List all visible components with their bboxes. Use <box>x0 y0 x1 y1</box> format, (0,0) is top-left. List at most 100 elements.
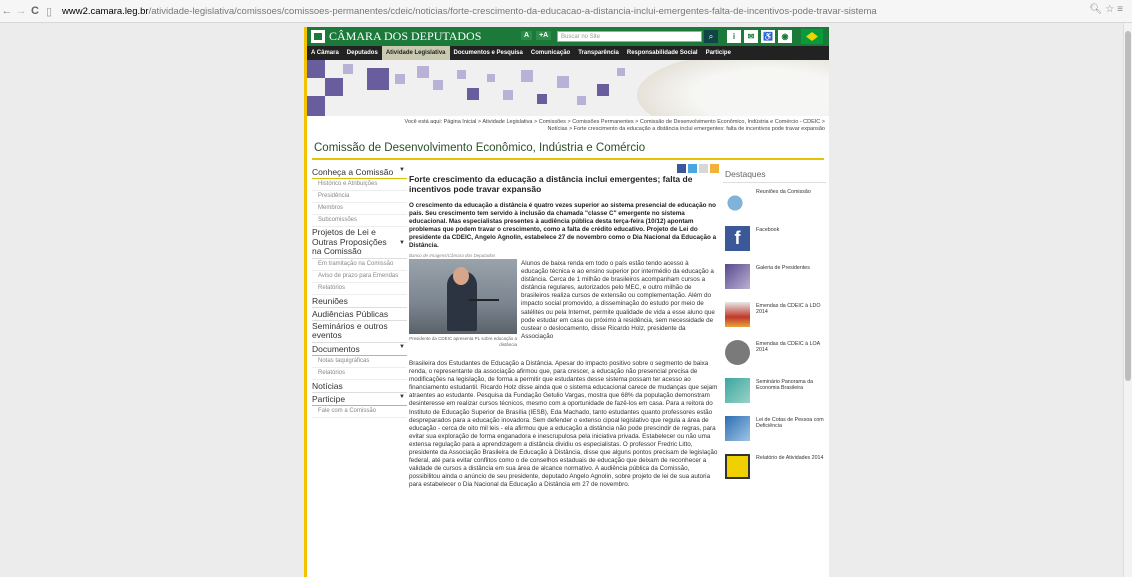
font-larger-button[interactable]: +A <box>536 31 552 40</box>
twitter-share-icon[interactable] <box>688 164 697 173</box>
nav-subitem[interactable]: Aviso de prazo para Emendas <box>312 271 407 283</box>
photo-credit: Banco de Imagens/Câmara dos Deputados <box>409 253 496 258</box>
mail-icon[interactable]: ✉ <box>744 30 758 43</box>
zoom-icon[interactable]: 🔍︎ <box>1089 4 1105 15</box>
article-photo[interactable] <box>409 259 517 334</box>
commission-banner <box>307 60 829 116</box>
menu-item-participe[interactable]: Participe <box>702 46 735 60</box>
banner-square <box>503 90 513 100</box>
menu-item-responsabilidade[interactable]: Responsabilidade Social <box>623 46 702 60</box>
banner-square <box>457 70 466 79</box>
menu-item-atividade-legislativa[interactable]: Atividade Legislativa <box>381 46 450 60</box>
nav-subitem[interactable]: Relatórios <box>312 283 407 295</box>
nav-noticias[interactable]: Notícias <box>312 380 407 393</box>
destaque-item[interactable]: f Facebook <box>723 224 826 259</box>
pen-icon <box>725 188 750 213</box>
destaque-item[interactable]: Reuniões da Comissão <box>723 186 826 221</box>
banner-square <box>307 96 325 116</box>
nav-subitem[interactable]: Subcomissões <box>312 215 407 227</box>
menu-item-transparencia[interactable]: Transparência <box>574 46 623 60</box>
nav-subitem[interactable]: Relatórios <box>312 368 407 380</box>
site-search-input[interactable]: Buscar no Site <box>557 31 702 42</box>
star-icon[interactable]: ☆ <box>1105 4 1117 15</box>
commission-title: Comissão de Desenvolvimento Econômico, I… <box>314 142 646 154</box>
info-icon[interactable]: i <box>727 30 741 43</box>
banner-square <box>557 76 569 88</box>
menu-item-documentos[interactable]: Documentos e Pesquisa <box>450 46 527 60</box>
banner-square <box>395 74 405 84</box>
accessibility-icon[interactable]: ♿ <box>761 30 775 43</box>
plus-share-icon[interactable] <box>710 164 719 173</box>
breadcrumb-line-1[interactable]: Você está aqui: Página Inicial > Ativida… <box>317 119 826 126</box>
forward-arrow-icon[interactable]: → <box>14 5 28 17</box>
address-bar[interactable]: www2.camara.leg.br/atividade-legislativa… <box>62 6 877 17</box>
nav-subitem[interactable]: Presidência <box>312 191 407 203</box>
destaque-item[interactable]: Lei de Cotas de Pessoa com Deficiência <box>723 414 826 449</box>
destaques-sidebar: Destaques Reuniões da Comissão f Faceboo… <box>723 166 826 487</box>
menu-item-deputados[interactable]: Deputados <box>343 46 382 60</box>
nav-subitem[interactable]: Fale com a Comissão <box>312 406 407 418</box>
site-container: CÂMARA DOS DEPUTADOS A +A Buscar no Site … <box>307 27 829 577</box>
font-smaller-button[interactable]: A <box>521 31 533 40</box>
destaque-item[interactable]: Seminário Panorama da Economia Brasileir… <box>723 376 826 411</box>
gallery-icon <box>725 264 750 289</box>
article-headline: Forte crescimento da educação a distânci… <box>409 174 693 194</box>
breadcrumb: Você está aqui: Página Inicial > Ativida… <box>317 119 826 133</box>
nav-projetos[interactable]: Projetos de Lei e Outras Proposições na … <box>312 227 407 259</box>
nav-conheca[interactable]: Conheça a Comissão ▼ <box>312 166 407 179</box>
destaque-item[interactable]: Emendas da CDEIC à LOA 2014 <box>723 338 826 373</box>
nav-subitem[interactable]: Histórico e Atribuições <box>312 179 407 191</box>
nav-reunioes[interactable]: Reuniões <box>312 295 407 308</box>
page-icon: ▯ <box>45 5 53 18</box>
search-icon[interactable]: ⌕ <box>704 30 718 43</box>
scrollbar[interactable] <box>1123 23 1132 577</box>
rss-icon[interactable]: ◉ <box>778 30 792 43</box>
nav-audiencias[interactable]: Audiências Públicas <box>312 308 407 321</box>
chevron-down-icon: ▼ <box>399 167 405 173</box>
email-share-icon[interactable] <box>699 164 708 173</box>
keyboard-icon <box>725 416 750 441</box>
facebook-icon: f <box>725 226 750 251</box>
font-size-controls: A +A <box>521 31 552 40</box>
menu-item-a-camara[interactable]: A Câmara <box>307 46 343 60</box>
banner-square <box>487 74 495 82</box>
left-navigation: Conheça a Comissão ▼ Histórico e Atribuiç… <box>312 166 407 418</box>
banner-square <box>433 80 443 90</box>
back-arrow-icon[interactable]: ← <box>0 5 14 17</box>
destaque-item[interactable]: Emendas da CDEIC à LDO 2014 <box>723 300 826 335</box>
banner-square <box>343 64 353 74</box>
article-body-beside-photo: Alunos de baixa renda em todo o país est… <box>521 260 715 340</box>
browser-toolbar: ← → C ▯ www2.camara.leg.br/atividade-leg… <box>0 0 1132 23</box>
breadcrumb-line-2[interactable]: Notícias > Forte crescimento da educação… <box>317 126 825 133</box>
destaque-item[interactable]: Relatório de Atividades 2014 <box>723 452 826 487</box>
chevron-down-icon: ▼ <box>399 343 405 350</box>
camara-logo[interactable]: CÂMARA DOS DEPUTADOS <box>311 29 481 44</box>
nav-subitem[interactable]: Membros <box>312 203 407 215</box>
banner-square <box>521 70 533 82</box>
destaque-item[interactable]: Galeria de Presidentes <box>723 262 826 297</box>
photo-caption: Presidente da CDEIC apresenta PL sobre e… <box>409 336 517 347</box>
nav-participe[interactable]: Participe ▼ <box>312 393 407 406</box>
chevron-down-icon: ▼ <box>399 240 405 246</box>
brazil-flag-icon <box>801 29 823 44</box>
nav-subitem[interactable]: Em tramitação na Comissão <box>312 259 407 271</box>
banner-square <box>467 88 479 100</box>
chart-icon <box>725 302 750 327</box>
nav-seminarios[interactable]: Seminários e outros eventos <box>312 321 407 343</box>
report-icon <box>725 454 750 479</box>
nav-documentos[interactable]: Documentos ▼ <box>312 343 407 356</box>
menu-icon[interactable]: ≡ <box>1117 4 1126 15</box>
nav-subitem[interactable]: Notas taquigráficas <box>312 356 407 368</box>
destaques-title: Destaques <box>723 166 826 183</box>
article-body: Brasileira dos Estudantes de Educação a … <box>409 360 718 489</box>
logo-text: CÂMARA DOS DEPUTADOS <box>329 29 482 43</box>
chevron-down-icon: ▼ <box>399 393 405 400</box>
facebook-share-icon[interactable] <box>677 164 686 173</box>
reload-icon[interactable]: C <box>28 5 42 17</box>
banner-square <box>367 68 389 90</box>
browser-actions: 🔍︎☆≡ <box>1089 4 1126 15</box>
building-icon <box>725 340 750 365</box>
banner-square <box>325 78 343 96</box>
menu-item-comunicacao[interactable]: Comunicação <box>527 46 574 60</box>
scrollbar-thumb[interactable] <box>1125 31 1131 381</box>
